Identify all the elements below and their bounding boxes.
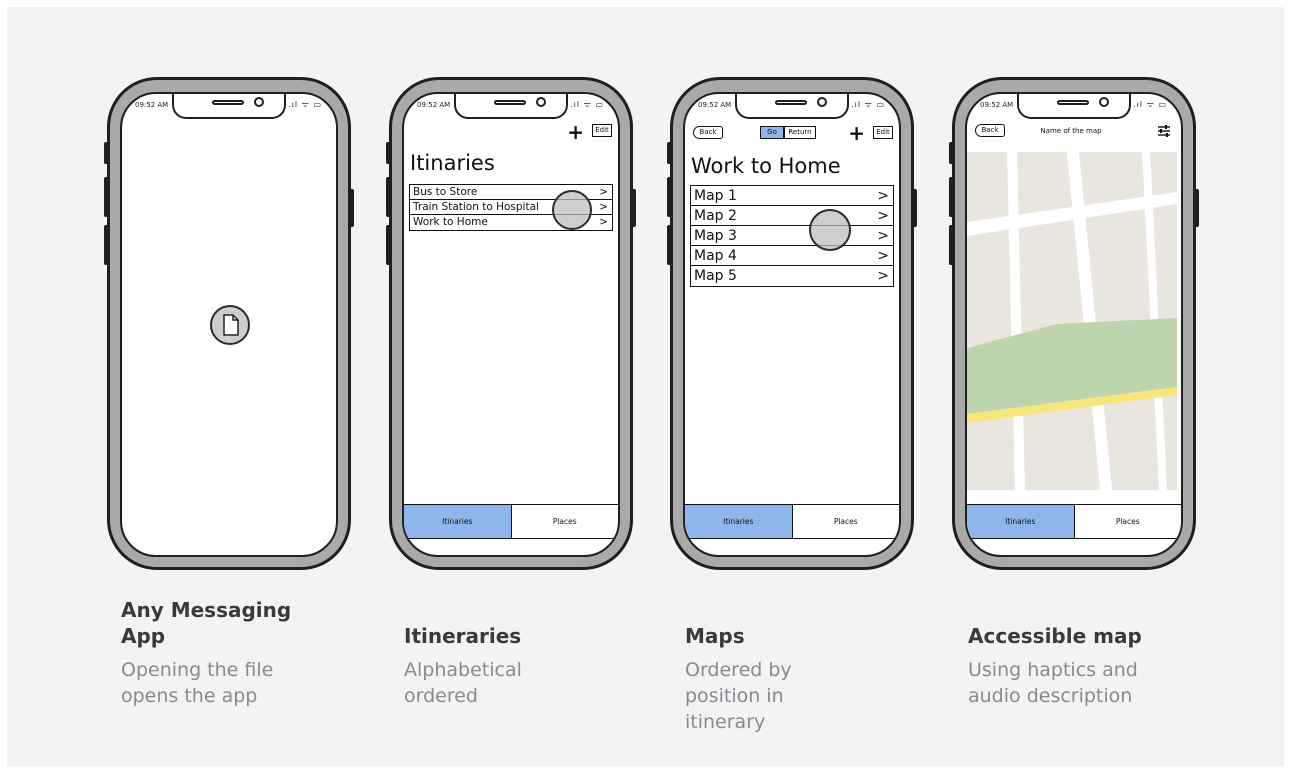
status-icons: .ıl ᯤ ▭ — [570, 100, 604, 109]
status-icons: .ıl ᯤ ▭ — [1133, 100, 1167, 109]
file-icon — [223, 314, 239, 336]
edit-button[interactable]: Edit — [873, 126, 893, 139]
tab-bar: Itinaries Places — [404, 504, 618, 539]
caption-itineraries: Itineraries Alphabetical ordered — [404, 623, 634, 709]
list-item-label: Map 2 — [694, 208, 737, 224]
go-button[interactable]: Go — [760, 126, 784, 139]
caption-title: Maps — [685, 624, 745, 648]
list-item[interactable]: Map 4 > — [691, 246, 893, 266]
tap-indicator — [809, 209, 851, 251]
tab-itinaries[interactable]: Itinaries — [967, 505, 1075, 538]
tab-places[interactable]: Places — [512, 505, 619, 538]
tab-places[interactable]: Places — [793, 505, 900, 538]
phone-itineraries: 09:52 AM .ıl ᯤ ▭ + Edit Itinaries Bus to… — [386, 77, 636, 570]
caption-description: Using haptics and audio description — [968, 659, 1138, 707]
chevron-right-icon: > — [877, 208, 889, 224]
screen: 09:52 AM .ıl ᯤ ▭ + Edit Itinaries Bus to… — [402, 92, 620, 557]
status-time: 09:52 AM — [135, 101, 169, 109]
screen: 09:52 AM .ıl ᯤ ▭ — [120, 92, 338, 557]
list-item-label: Map 1 — [694, 188, 737, 204]
list-item-label: Work to Home — [413, 216, 488, 228]
caption-description: Opening the file opens the app — [121, 659, 274, 707]
chevron-right-icon: > — [599, 216, 608, 228]
status-time: 09:52 AM — [698, 101, 732, 109]
phone-maps: 09:52 AM .ıl ᯤ ▭ Back Go Return + Edit W… — [667, 77, 917, 570]
list-item-label: Map 3 — [694, 228, 737, 244]
file-tap-target[interactable] — [210, 305, 250, 345]
notch — [172, 94, 286, 119]
list-item[interactable]: Map 5 > — [691, 266, 893, 286]
edit-button[interactable]: Edit — [592, 124, 612, 137]
caption-messaging: Any Messaging App Opening the file opens… — [121, 597, 351, 709]
caption-title: Accessible map — [968, 624, 1142, 648]
chevron-right-icon: > — [877, 248, 889, 264]
page-title: Work to Home — [691, 154, 841, 178]
tap-indicator — [552, 190, 592, 230]
tab-places[interactable]: Places — [1075, 505, 1182, 538]
screen: 09:52 AM .ıl ᯤ ▭ Back Name of the map It… — [965, 92, 1183, 557]
screen: 09:52 AM .ıl ᯤ ▭ Back Go Return + Edit W… — [683, 92, 901, 557]
tab-bar: Itinaries Places — [685, 504, 899, 539]
list-item-label: Train Station to Hospital — [413, 201, 539, 213]
plus-icon[interactable]: + — [567, 122, 584, 142]
list-item-label: Map 5 — [694, 268, 737, 284]
caption-description: Ordered by position in itinerary — [685, 659, 792, 733]
notch — [1017, 94, 1131, 119]
caption-accessible-map: Accessible map Using haptics and audio d… — [968, 623, 1198, 709]
list-item[interactable]: Map 1 > — [691, 186, 893, 206]
chevron-right-icon: > — [599, 201, 608, 213]
list-item-label: Map 4 — [694, 248, 737, 264]
status-time: 09:52 AM — [980, 101, 1014, 109]
list-item[interactable]: Map 3 > — [691, 226, 893, 246]
chevron-right-icon: > — [599, 186, 608, 198]
phone-messaging: 09:52 AM .ıl ᯤ ▭ — [104, 77, 354, 570]
page-title: Itinaries — [410, 151, 495, 175]
chevron-right-icon: > — [877, 188, 889, 204]
list-item[interactable]: Map 2 > — [691, 206, 893, 226]
tab-itinaries[interactable]: Itinaries — [685, 505, 793, 538]
map-list: Map 1 > Map 2 > Map 3 > Map 4 > Map 5 > — [690, 185, 894, 287]
caption-maps: Maps Ordered by position in itinerary — [685, 623, 915, 735]
back-button[interactable]: Back — [693, 126, 723, 139]
plus-icon[interactable]: + — [848, 123, 865, 143]
return-button[interactable]: Return — [784, 126, 816, 139]
tab-bar: Itinaries Places — [967, 504, 1181, 539]
presentation-canvas: 09:52 AM .ıl ᯤ ▭ 09:52 AM .ıl ᯤ ▭ + Edit… — [7, 7, 1284, 766]
phone-accessible-map: 09:52 AM .ıl ᯤ ▭ Back Name of the map It… — [949, 77, 1199, 570]
map-title: Name of the map — [1040, 127, 1102, 135]
map-view[interactable] — [967, 152, 1177, 490]
caption-title: Any Messaging App — [121, 598, 292, 648]
notch — [735, 94, 849, 119]
back-button[interactable]: Back — [975, 124, 1005, 137]
list-item-label: Bus to Store — [413, 186, 478, 198]
chevron-right-icon: > — [877, 228, 889, 244]
caption-description: Alphabetical ordered — [404, 659, 522, 707]
chevron-right-icon: > — [877, 268, 889, 284]
caption-title: Itineraries — [404, 624, 522, 648]
tab-itinaries[interactable]: Itinaries — [404, 505, 512, 538]
status-icons: .ıl ᯤ ▭ — [851, 100, 885, 109]
status-icons: .ıl ᯤ ▭ — [288, 100, 322, 109]
status-time: 09:52 AM — [417, 101, 451, 109]
notch — [454, 94, 568, 119]
sliders-icon[interactable] — [1157, 124, 1171, 138]
